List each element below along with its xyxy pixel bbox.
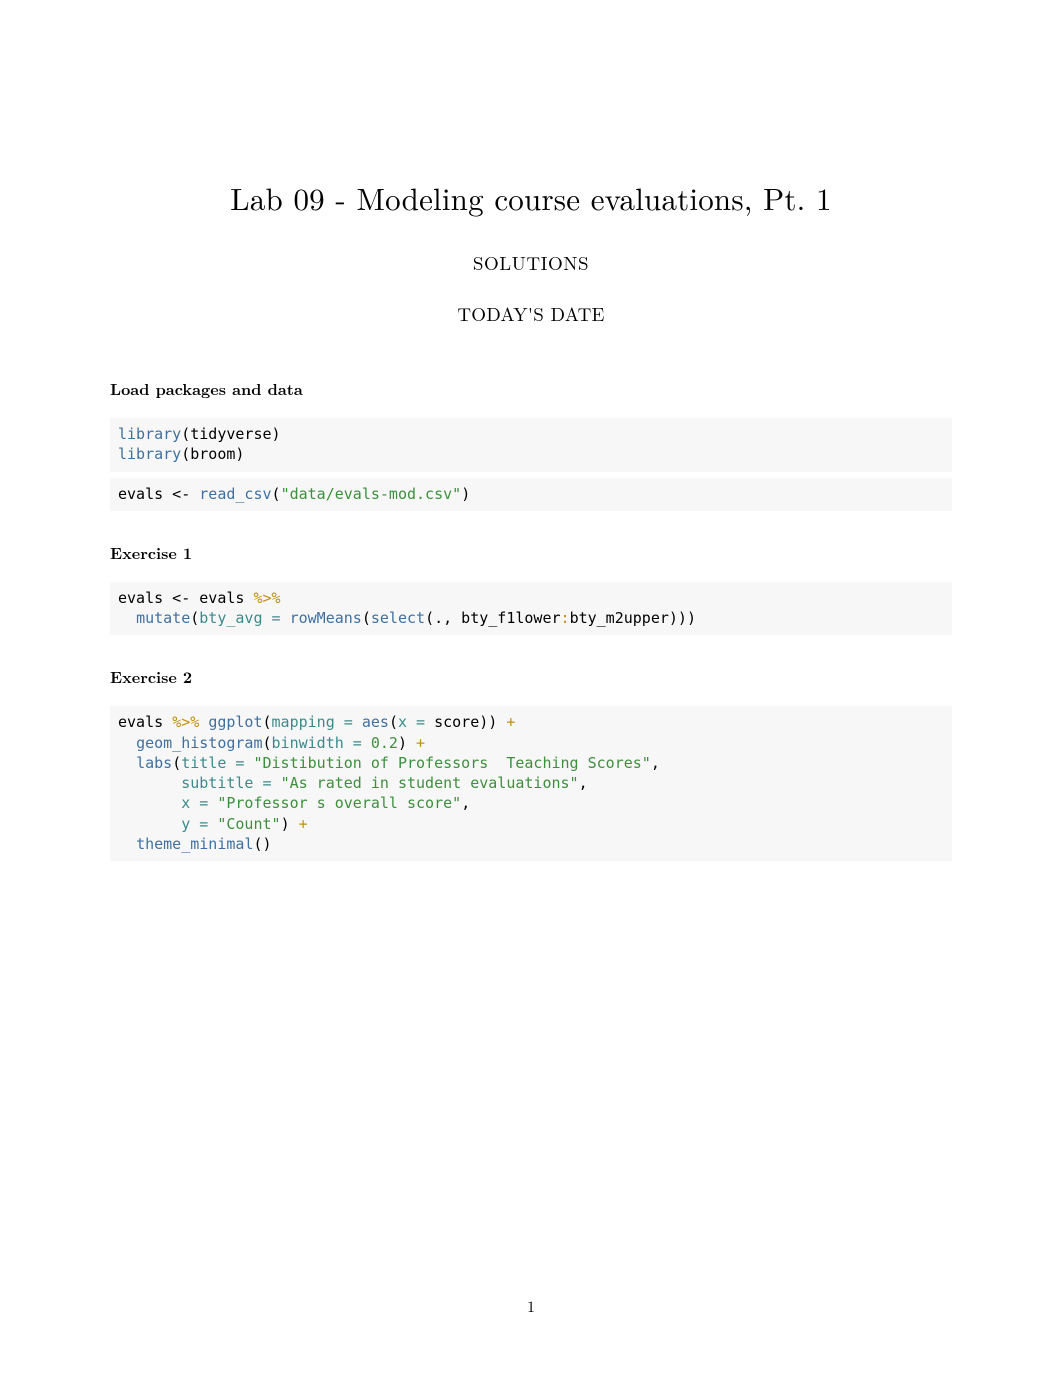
- code-token: [208, 815, 217, 833]
- code-token: [118, 734, 136, 752]
- heading-exercise-2: Exercise 2: [110, 665, 952, 688]
- document-date: TODAY'S DATE: [110, 300, 952, 327]
- code-token: (: [362, 609, 371, 627]
- code-token: "Count": [217, 815, 280, 833]
- code-token: evals <- evals: [118, 589, 253, 607]
- code-token: ,: [579, 774, 588, 792]
- code-token: y =: [181, 815, 208, 833]
- code-token: [118, 754, 136, 772]
- document-title: Lab 09 - Modeling course evaluations, Pt…: [110, 175, 952, 219]
- code-token: ): [461, 485, 470, 503]
- code-token: %>%: [253, 589, 280, 607]
- code-block-ex1: evals <- evals %>% mutate(bty_avg = rowM…: [110, 582, 952, 636]
- code-token: (: [263, 713, 272, 731]
- code-token: theme_minimal: [136, 835, 253, 853]
- code-token: ,: [651, 754, 660, 772]
- code-token: subtitle =: [181, 774, 271, 792]
- code-token: evals: [118, 713, 172, 731]
- code-token: 0.2: [371, 734, 398, 752]
- code-token: bty_avg =: [199, 609, 280, 627]
- code-block-load-2: evals <- read_csv("data/evals-mod.csv"): [110, 478, 952, 511]
- code-token: [118, 774, 181, 792]
- code-token: :: [561, 609, 570, 627]
- code-token: (: [263, 734, 272, 752]
- code-token: ,: [461, 794, 470, 812]
- code-token: read_csv: [199, 485, 271, 503]
- code-token: [118, 794, 181, 812]
- code-token: (: [190, 609, 199, 627]
- code-token: [208, 794, 217, 812]
- heading-exercise-1: Exercise 1: [110, 541, 952, 564]
- code-token: ): [398, 734, 416, 752]
- code-block-load-1: library(tidyverse) library(broom): [110, 418, 952, 472]
- code-token: ggplot: [208, 713, 262, 731]
- code-token: score)): [425, 713, 506, 731]
- code-token: [118, 835, 136, 853]
- code-token: title =: [181, 754, 244, 772]
- code-token: +: [506, 713, 515, 731]
- code-token: %>%: [172, 713, 199, 731]
- document-author: SOLUTIONS: [110, 249, 952, 276]
- code-token: [199, 713, 208, 731]
- code-token: "data/evals-mod.csv": [281, 485, 462, 503]
- code-token: (: [389, 713, 398, 731]
- code-token: x =: [181, 794, 208, 812]
- code-token: x =: [398, 713, 425, 731]
- code-token: evals <-: [118, 485, 199, 503]
- code-token: (: [272, 485, 281, 503]
- code-token: (broom): [181, 445, 244, 463]
- code-token: bty_m2upper))): [570, 609, 696, 627]
- code-token: [118, 815, 181, 833]
- code-token: [272, 774, 281, 792]
- code-token: [118, 609, 136, 627]
- code-token: mutate: [136, 609, 190, 627]
- code-token: [281, 609, 290, 627]
- code-token: "As rated in student evaluations": [281, 774, 579, 792]
- code-token: geom_histogram: [136, 734, 262, 752]
- code-token: (): [253, 835, 271, 853]
- code-token: (: [172, 754, 181, 772]
- code-token: binwidth =: [272, 734, 362, 752]
- code-token: +: [299, 815, 308, 833]
- heading-load-packages: Load packages and data: [110, 377, 952, 400]
- code-token: "Professor s overall score": [217, 794, 461, 812]
- code-token: library: [118, 445, 181, 463]
- code-token: rowMeans: [290, 609, 362, 627]
- page-number: 1: [0, 1294, 1062, 1317]
- code-token: [362, 734, 371, 752]
- code-token: (., bty_f1lower: [425, 609, 560, 627]
- code-token: select: [371, 609, 425, 627]
- code-token: mapping =: [272, 713, 353, 731]
- code-token: aes: [362, 713, 389, 731]
- code-token: +: [416, 734, 425, 752]
- code-token: library: [118, 425, 181, 443]
- code-token: (tidyverse): [181, 425, 280, 443]
- code-token: ): [281, 815, 299, 833]
- code-token: [353, 713, 362, 731]
- code-token: "Distibution of Professors Teaching Scor…: [253, 754, 650, 772]
- code-token: labs: [136, 754, 172, 772]
- code-block-ex2: evals %>% ggplot(mapping = aes(x = score…: [110, 706, 952, 861]
- page: Lab 09 - Modeling course evaluations, Pt…: [0, 0, 1062, 1377]
